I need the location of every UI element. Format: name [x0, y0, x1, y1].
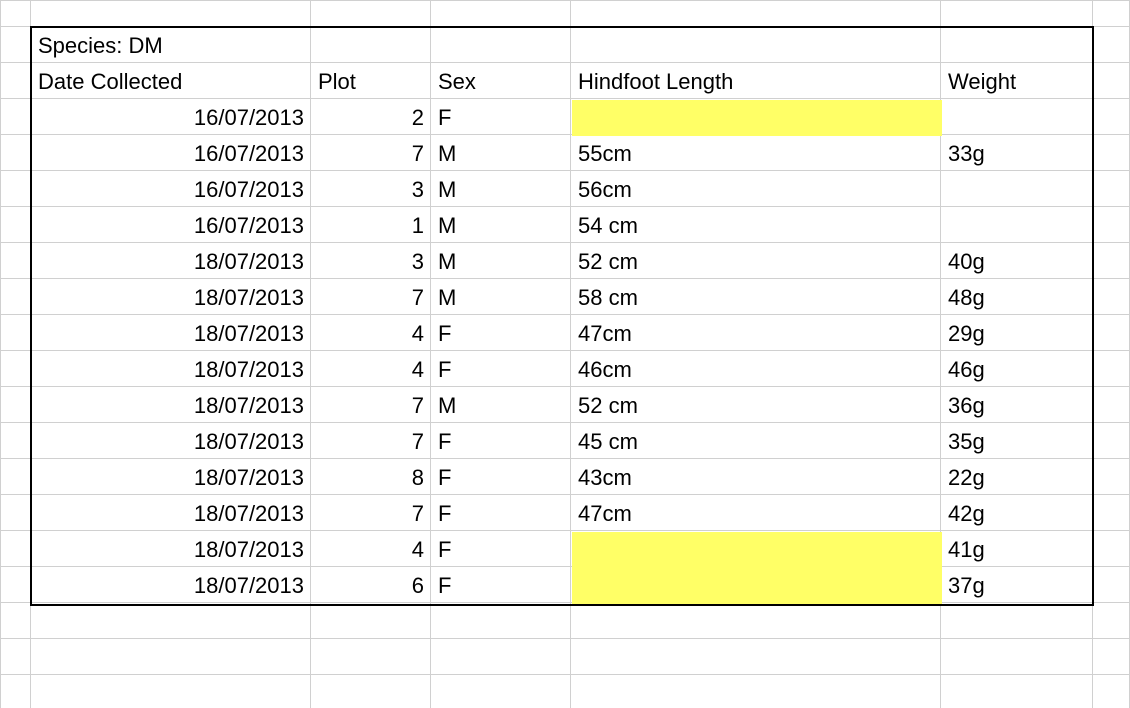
cell-sex[interactable]: M [432, 208, 572, 244]
table-row[interactable]: 18/07/20137F45 cm35g [32, 424, 1092, 460]
cell-plot[interactable]: 1 [312, 208, 432, 244]
cell-sex[interactable]: M [432, 388, 572, 424]
cell-hindfoot[interactable]: 54 cm [572, 208, 942, 244]
cell-hindfoot[interactable]: 52 cm [572, 388, 942, 424]
table-row[interactable]: 18/07/20134F47cm29g [32, 316, 1092, 352]
cell-plot[interactable]: 4 [312, 316, 432, 352]
cell-hindfoot[interactable]: 47cm [572, 496, 942, 532]
table-row[interactable]: 18/07/20138F43cm22g [32, 460, 1092, 496]
cell-sex[interactable]: F [432, 100, 572, 136]
table-row[interactable]: 16/07/20131M54 cm [32, 208, 1092, 244]
cell-plot[interactable]: 7 [312, 388, 432, 424]
title-row[interactable]: Species: DM [32, 28, 1092, 64]
header-date[interactable]: Date Collected [32, 64, 312, 100]
cell-plot[interactable]: 2 [312, 100, 432, 136]
cell-hindfoot[interactable] [572, 100, 942, 136]
cell-plot[interactable]: 7 [312, 280, 432, 316]
cell-hindfoot[interactable]: 55cm [572, 136, 942, 172]
cell-date[interactable]: 18/07/2013 [32, 424, 312, 460]
table-row[interactable]: 18/07/20137M52 cm36g [32, 388, 1092, 424]
data-table-border: Species: DM Date Collected Plot Sex Hind… [30, 26, 1094, 606]
cell-weight[interactable] [942, 100, 1092, 136]
cell-hindfoot[interactable]: 58 cm [572, 280, 942, 316]
table-row[interactable]: 18/07/20133M52 cm40g [32, 244, 1092, 280]
cell-hindfoot[interactable] [572, 532, 942, 568]
data-table[interactable]: Species: DM Date Collected Plot Sex Hind… [32, 28, 1092, 604]
cell-plot[interactable]: 8 [312, 460, 432, 496]
cell-plot[interactable]: 3 [312, 172, 432, 208]
table-row[interactable]: 16/07/20132F [32, 100, 1092, 136]
cell-date[interactable]: 16/07/2013 [32, 208, 312, 244]
cell-sex[interactable]: F [432, 460, 572, 496]
cell-empty[interactable] [312, 28, 432, 64]
header-row[interactable]: Date Collected Plot Sex Hindfoot Length … [32, 64, 1092, 100]
title-cell[interactable]: Species: DM [32, 28, 312, 64]
header-weight[interactable]: Weight [942, 64, 1092, 100]
cell-date[interactable]: 16/07/2013 [32, 100, 312, 136]
cell-hindfoot[interactable] [572, 568, 942, 604]
table-row[interactable]: 18/07/20137F47cm42g [32, 496, 1092, 532]
header-plot[interactable]: Plot [312, 64, 432, 100]
cell-date[interactable]: 16/07/2013 [32, 172, 312, 208]
cell-date[interactable]: 16/07/2013 [32, 136, 312, 172]
cell-sex[interactable]: M [432, 136, 572, 172]
cell-date[interactable]: 18/07/2013 [32, 532, 312, 568]
cell-weight[interactable]: 36g [942, 388, 1092, 424]
cell-weight[interactable]: 37g [942, 568, 1092, 604]
cell-empty[interactable] [572, 28, 942, 64]
cell-weight[interactable] [942, 208, 1092, 244]
cell-sex[interactable]: F [432, 568, 572, 604]
cell-weight[interactable]: 40g [942, 244, 1092, 280]
header-hindfoot[interactable]: Hindfoot Length [572, 64, 942, 100]
cell-sex[interactable]: F [432, 352, 572, 388]
cell-hindfoot[interactable]: 45 cm [572, 424, 942, 460]
cell-date[interactable]: 18/07/2013 [32, 316, 312, 352]
cell-weight[interactable]: 46g [942, 352, 1092, 388]
cell-sex[interactable]: F [432, 424, 572, 460]
cell-weight[interactable]: 29g [942, 316, 1092, 352]
table-row[interactable]: 16/07/20133M56cm [32, 172, 1092, 208]
cell-plot[interactable]: 7 [312, 424, 432, 460]
cell-hindfoot[interactable]: 52 cm [572, 244, 942, 280]
cell-empty[interactable] [432, 28, 572, 64]
cell-sex[interactable]: F [432, 532, 572, 568]
cell-weight[interactable]: 33g [942, 136, 1092, 172]
cell-sex[interactable]: M [432, 280, 572, 316]
cell-weight[interactable] [942, 172, 1092, 208]
table-row[interactable]: 16/07/20137M55cm33g [32, 136, 1092, 172]
cell-plot[interactable]: 4 [312, 532, 432, 568]
cell-hindfoot[interactable]: 46cm [572, 352, 942, 388]
cell-plot[interactable]: 4 [312, 352, 432, 388]
cell-weight[interactable]: 41g [942, 532, 1092, 568]
cell-hindfoot[interactable]: 47cm [572, 316, 942, 352]
table-row[interactable]: 18/07/20137M58 cm48g [32, 280, 1092, 316]
cell-weight[interactable]: 48g [942, 280, 1092, 316]
cell-hindfoot[interactable]: 56cm [572, 172, 942, 208]
spreadsheet-sheet: Species: DM Date Collected Plot Sex Hind… [0, 0, 1130, 708]
cell-sex[interactable]: F [432, 316, 572, 352]
cell-empty[interactable] [942, 28, 1092, 64]
header-sex[interactable]: Sex [432, 64, 572, 100]
cell-plot[interactable]: 3 [312, 244, 432, 280]
cell-date[interactable]: 18/07/2013 [32, 460, 312, 496]
cell-plot[interactable]: 7 [312, 136, 432, 172]
cell-sex[interactable]: M [432, 172, 572, 208]
cell-date[interactable]: 18/07/2013 [32, 280, 312, 316]
cell-hindfoot[interactable]: 43cm [572, 460, 942, 496]
table-row[interactable]: 18/07/20134F 41g [32, 532, 1092, 568]
cell-sex[interactable]: M [432, 244, 572, 280]
table-row[interactable]: 18/07/20136F 37g [32, 568, 1092, 604]
cell-weight[interactable]: 22g [942, 460, 1092, 496]
cell-date[interactable]: 18/07/2013 [32, 244, 312, 280]
cell-weight[interactable]: 35g [942, 424, 1092, 460]
cell-weight[interactable]: 42g [942, 496, 1092, 532]
cell-sex[interactable]: F [432, 496, 572, 532]
cell-date[interactable]: 18/07/2013 [32, 568, 312, 604]
cell-plot[interactable]: 6 [312, 568, 432, 604]
cell-plot[interactable]: 7 [312, 496, 432, 532]
cell-date[interactable]: 18/07/2013 [32, 388, 312, 424]
table-row[interactable]: 18/07/20134F46cm46g [32, 352, 1092, 388]
cell-date[interactable]: 18/07/2013 [32, 352, 312, 388]
cell-date[interactable]: 18/07/2013 [32, 496, 312, 532]
